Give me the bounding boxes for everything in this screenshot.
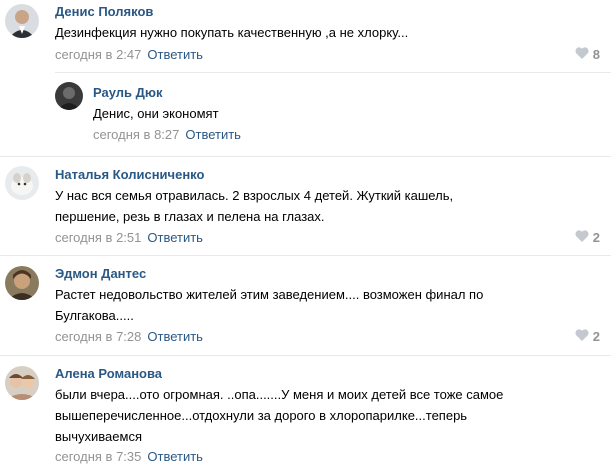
- comment-meta: сегодня в 2:47 Ответить: [55, 47, 203, 63]
- divider: [0, 355, 611, 356]
- heart-icon: [575, 329, 589, 345]
- reply-link[interactable]: Ответить: [185, 127, 241, 142]
- comment-author[interactable]: Алена Романова: [55, 366, 162, 382]
- comment-time[interactable]: сегодня в 7:28: [55, 329, 141, 344]
- heart-icon: [575, 230, 589, 246]
- like-count: 2: [592, 329, 600, 344]
- like-count: 8: [592, 47, 600, 62]
- divider: [55, 72, 611, 73]
- comment-meta: сегодня в 8:27 Ответить: [93, 127, 241, 143]
- divider: [0, 156, 611, 157]
- comment-text: Денис, они экономят: [93, 106, 219, 121]
- comment-author[interactable]: Эдмон Дантес: [55, 266, 146, 282]
- comment-time[interactable]: сегодня в 8:27: [93, 127, 179, 142]
- comment-time[interactable]: сегодня в 2:47: [55, 47, 141, 62]
- reply-link[interactable]: Ответить: [147, 329, 203, 344]
- reply-link[interactable]: Ответить: [147, 449, 203, 464]
- like-button[interactable]: 2: [575, 329, 600, 345]
- comment-time[interactable]: сегодня в 7:35: [55, 449, 141, 464]
- comment-text: Дезинфекция нужно покупать качественную …: [55, 25, 409, 40]
- comment-meta: сегодня в 7:35 Ответить: [55, 449, 203, 465]
- comment-text: У нас вся семья отравилась. 2 взрослых 4…: [55, 188, 454, 224]
- avatar[interactable]: [5, 166, 39, 200]
- comment-text: Растет недовольство жителей этим заведен…: [55, 287, 484, 323]
- reply-link[interactable]: Ответить: [147, 47, 203, 62]
- comment-author[interactable]: Наталья Колисниченко: [55, 167, 204, 183]
- divider: [0, 255, 611, 256]
- reply-link[interactable]: Ответить: [147, 230, 203, 245]
- comment-author[interactable]: Денис Поляков: [55, 4, 153, 20]
- avatar[interactable]: [5, 4, 39, 38]
- comment-author[interactable]: Рауль Дюк: [93, 85, 163, 101]
- avatar[interactable]: [5, 366, 39, 400]
- like-button[interactable]: 2: [575, 230, 600, 246]
- like-count: 2: [592, 230, 600, 245]
- comment-time[interactable]: сегодня в 2:51: [55, 230, 141, 245]
- comment-meta: сегодня в 2:51 Ответить: [55, 230, 203, 246]
- comment-meta: сегодня в 7:28 Ответить: [55, 329, 203, 345]
- like-button[interactable]: 8: [575, 47, 600, 63]
- heart-icon: [575, 47, 589, 63]
- avatar[interactable]: [55, 82, 83, 110]
- avatar[interactable]: [5, 266, 39, 300]
- comment-text: были вчера....ото огромная. ..опа.......…: [55, 387, 504, 444]
